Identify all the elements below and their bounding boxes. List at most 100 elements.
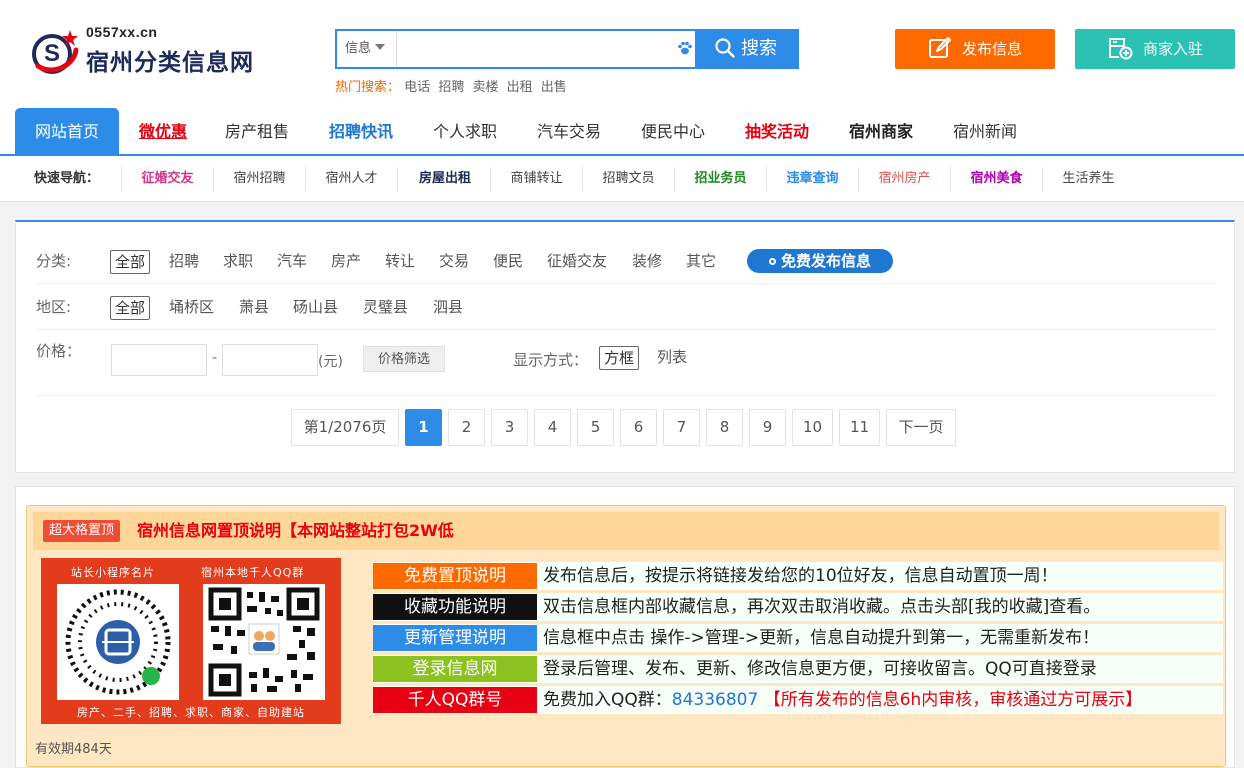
category-option[interactable]: 全部 <box>110 250 151 274</box>
nav-cars[interactable]: 汽车交易 <box>524 108 614 154</box>
category-option[interactable]: 装修 <box>628 250 666 274</box>
page-link[interactable]: 8 <box>706 409 743 446</box>
info-tag[interactable]: 免费置顶说明 <box>373 563 537 589</box>
hot-keyword[interactable]: 出售 <box>541 80 567 95</box>
pinned-listing-title[interactable]: 宿州信息网置顶说明【本网站整站打包2W低 <box>137 512 454 550</box>
header: S 0557xx.cn 宿州分类信息网 信息 搜索 热门搜索： 电话 招聘 卖楼 <box>0 0 1244 108</box>
nav-merchants[interactable]: 宿州商家 <box>836 108 926 154</box>
category-option[interactable]: 便民 <box>489 250 527 274</box>
display-mode-label: 显示方式： <box>513 351 589 369</box>
nav-lottery[interactable]: 抽奖活动 <box>732 108 822 154</box>
price-min-input[interactable] <box>111 344 207 376</box>
page-link[interactable]: 3 <box>491 409 528 446</box>
region-option[interactable]: 萧县 <box>235 296 273 320</box>
info-tag[interactable]: 千人QQ群号 <box>373 687 537 713</box>
region-option[interactable]: 泗县 <box>429 296 467 320</box>
display-grid-option[interactable]: 方框 <box>599 346 640 370</box>
validity-text: 有效期484天 <box>35 742 112 757</box>
page-link[interactable]: 10 <box>792 409 833 446</box>
info-text: 免费加入QQ群：84336807 【所有发布的信息6h内审核，审核通过方可展示】 <box>543 686 1142 714</box>
quick-nav-item[interactable]: 招聘文员 <box>582 167 674 191</box>
quick-nav-item[interactable]: 生活养生 <box>1042 167 1134 191</box>
category-option[interactable]: 汽车 <box>273 250 311 274</box>
quick-nav-item[interactable]: 宿州房产 <box>858 167 950 191</box>
search-scope-select[interactable]: 信息 <box>337 31 397 67</box>
region-option[interactable]: 灵璧县 <box>359 296 412 320</box>
site-logo[interactable]: S 0557xx.cn 宿州分类信息网 <box>30 24 253 80</box>
quick-nav-item[interactable]: 宿州人才 <box>305 167 397 191</box>
price-max-input[interactable] <box>222 344 318 376</box>
filter-panel: 分类: 全部 招聘 求职 汽车 房产 转让 交易 便民 征婚交友 装修 其它 免… <box>15 220 1235 473</box>
nav-services[interactable]: 便民中心 <box>628 108 718 154</box>
region-option[interactable]: 全部 <box>110 296 151 320</box>
quick-nav-item[interactable]: 宿州美食 <box>950 167 1042 191</box>
page-link[interactable]: 5 <box>577 409 614 446</box>
quick-nav-item[interactable]: 宿州招聘 <box>213 167 305 191</box>
hot-keyword[interactable]: 电话 <box>404 80 430 95</box>
paw-icon[interactable] <box>677 40 693 56</box>
logo-mark-icon: S <box>32 30 79 74</box>
main-nav: 网站首页 微优惠 房产租售 招聘快讯 个人求职 汽车交易 便民中心 抽奖活动 宿… <box>0 108 1244 156</box>
search-input[interactable] <box>399 31 669 67</box>
circle-icon <box>768 258 776 265</box>
hot-keyword[interactable]: 出租 <box>507 80 533 95</box>
quick-nav-item[interactable]: 征婚交友 <box>121 167 213 191</box>
page-link[interactable]: 1 <box>405 409 442 446</box>
qr-code-icon <box>208 587 320 697</box>
quick-nav-item[interactable]: 违章查询 <box>766 167 858 191</box>
hot-keyword[interactable]: 招聘 <box>438 80 464 95</box>
category-option[interactable]: 交易 <box>435 250 473 274</box>
nav-home[interactable]: 网站首页 <box>15 108 119 154</box>
info-text: 信息框中点击 操作->管理->更新，信息自动提升到第一，无需重新发布！ <box>543 628 1100 648</box>
page-link[interactable]: 6 <box>620 409 657 446</box>
quick-nav-item[interactable]: 招业务员 <box>674 167 766 191</box>
category-option[interactable]: 征婚交友 <box>543 250 611 274</box>
info-tag[interactable]: 登录信息网 <box>373 656 537 682</box>
quick-nav-label: 快速导航： <box>34 171 100 186</box>
page-link[interactable]: 11 <box>839 409 880 446</box>
nav-job-seekers[interactable]: 个人求职 <box>420 108 510 154</box>
pinned-listing-card[interactable]: 超大格置顶 宿州信息网置顶说明【本网站整站打包2W低 站长小程序名片 宿州本地千… <box>26 505 1226 767</box>
display-list-option[interactable]: 列表 <box>653 346 691 370</box>
review-notice: 【所有发布的信息6h内审核，审核通过方可展示】 <box>763 690 1143 710</box>
region-label: 地区: <box>36 298 72 316</box>
category-option[interactable]: 房产 <box>327 250 365 274</box>
merchant-join-button[interactable]: 商家入驻 <box>1075 29 1235 69</box>
nav-news[interactable]: 宿州新闻 <box>940 108 1030 154</box>
info-tag[interactable]: 更新管理说明 <box>373 625 537 651</box>
listing-area: 超大格置顶 宿州信息网置顶说明【本网站整站打包2W低 站长小程序名片 宿州本地千… <box>15 486 1235 768</box>
hot-search: 热门搜索： 电话 招聘 卖楼 出租 出售 <box>335 76 571 95</box>
category-option[interactable]: 招聘 <box>165 250 203 274</box>
nav-jobs[interactable]: 招聘快讯 <box>316 108 406 154</box>
region-option[interactable]: 埇桥区 <box>165 296 218 320</box>
info-tag[interactable]: 收藏功能说明 <box>373 594 537 620</box>
page-link[interactable]: 9 <box>749 409 786 446</box>
free-post-button[interactable]: 免费发布信息 <box>747 249 893 273</box>
category-option[interactable]: 求职 <box>219 250 257 274</box>
search-button[interactable]: 搜索 <box>695 31 797 67</box>
nav-real-estate[interactable]: 房产租售 <box>212 108 302 154</box>
category-option[interactable]: 转让 <box>381 250 419 274</box>
hot-keyword[interactable]: 卖楼 <box>472 80 498 95</box>
qq-group-number[interactable]: 84336807 <box>672 690 759 710</box>
region-option[interactable]: 砀山县 <box>289 296 342 320</box>
site-url: 0557xx.cn <box>86 24 158 40</box>
page-summary: 第1/2076页 <box>291 409 399 446</box>
pinned-badge: 超大格置顶 <box>43 520 121 542</box>
quick-nav-item[interactable]: 商铺转让 <box>490 167 582 191</box>
post-info-button[interactable]: 发布信息 <box>895 29 1055 69</box>
quick-nav-item[interactable]: 房屋出租 <box>397 167 492 191</box>
next-page-button[interactable]: 下一页 <box>886 409 956 446</box>
page-link[interactable]: 7 <box>663 409 700 446</box>
free-post-label: 免费发布信息 <box>780 252 871 270</box>
category-option[interactable]: 其它 <box>682 250 720 274</box>
price-filter-button[interactable]: 价格筛选 <box>363 346 445 372</box>
page-link[interactable]: 2 <box>448 409 485 446</box>
qr-caption-right: 宿州本地千人QQ群 <box>201 566 305 579</box>
qr-caption-left: 站长小程序名片 <box>71 566 155 579</box>
nav-discounts[interactable]: 微优惠 <box>124 108 202 154</box>
page-link[interactable]: 4 <box>534 409 571 446</box>
qr-footer-text: 房产、二手、招聘、求职、商家、自助建站 <box>77 706 305 719</box>
qr-code-panel: 站长小程序名片 宿州本地千人QQ群 房产、二手、招聘、求职、商家、自助建站 <box>41 558 341 724</box>
mini-program-qr <box>57 584 179 700</box>
